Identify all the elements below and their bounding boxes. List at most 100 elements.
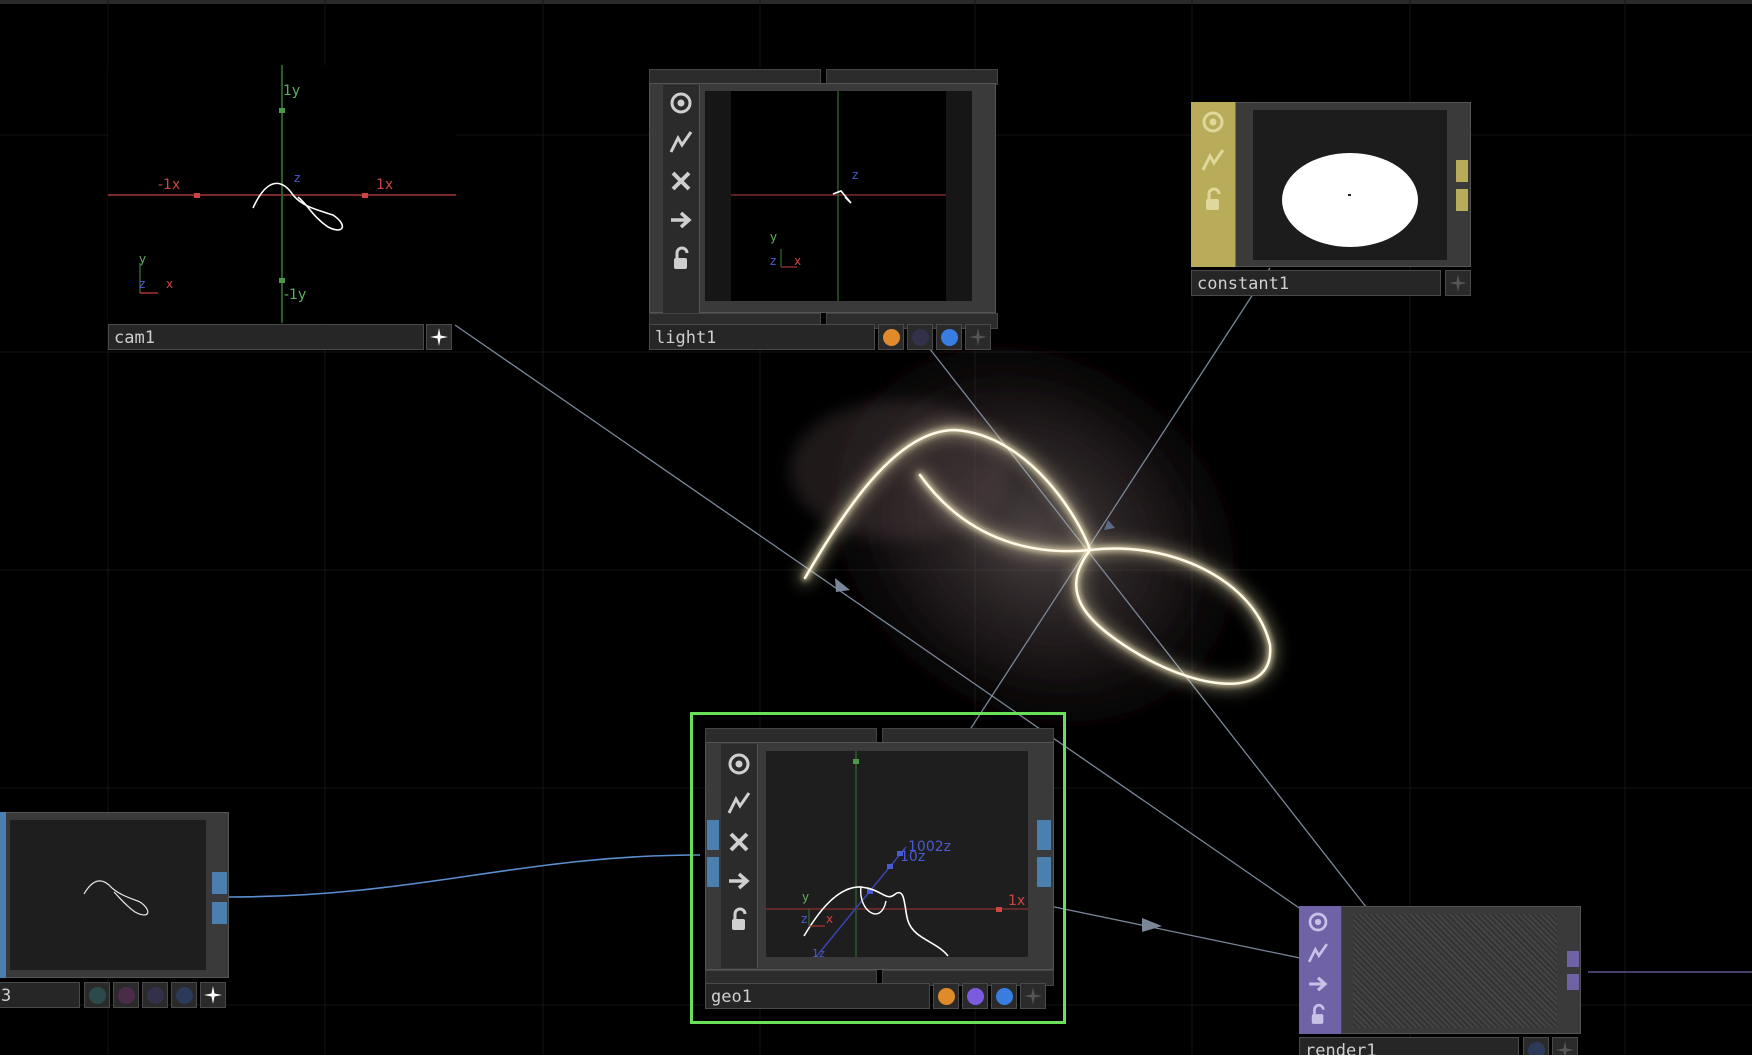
constant1-node[interactable]: constant1 (1191, 102, 1471, 300)
sparkle-icon (1024, 987, 1042, 1005)
wire-geo1-render1 (1039, 903, 1301, 959)
geo1-node[interactable]: 1002z 10z 1z 1x y x z geo1 (690, 712, 1066, 1024)
cam1-viewer[interactable] (108, 65, 456, 323)
render1-flag-button[interactable] (1523, 1037, 1549, 1055)
left-node-viewer[interactable] (10, 820, 206, 970)
lock-icon[interactable] (721, 902, 757, 938)
lock-icon[interactable] (1302, 999, 1334, 1031)
cam1-axis-pos-y: 1y (283, 83, 301, 99)
light1-flag-button[interactable] (907, 324, 933, 350)
sparkle-icon (1449, 274, 1467, 292)
target-icon[interactable] (1302, 906, 1334, 938)
target-icon[interactable] (721, 746, 757, 782)
cam1-axis-neg-y: -1y (284, 287, 307, 303)
cam1-gizmo-z: z (139, 277, 146, 291)
sparkle-icon (430, 328, 448, 346)
left-node-output-port[interactable] (212, 902, 227, 924)
geo1-gizmo-z: z (801, 912, 808, 926)
blue-flag-icon (996, 988, 1013, 1005)
purple-flag-icon (912, 329, 929, 346)
constant1-viewer[interactable] (1253, 110, 1447, 260)
teal-flag-icon (89, 987, 106, 1004)
render1-node[interactable]: render1 (1299, 906, 1581, 1055)
bolt-icon[interactable] (721, 785, 757, 821)
render1-viewer[interactable] (1353, 914, 1557, 1028)
cam1-node[interactable]: 1y -1y -1x 1x z y x z cam1 (108, 65, 456, 353)
left-node-flag-button[interactable] (142, 982, 168, 1008)
lock-icon[interactable] (1195, 182, 1231, 218)
render1-viewer-toggle-button[interactable] (1552, 1037, 1578, 1055)
cam1-gizmo-x: x (166, 277, 174, 291)
light1-viewer[interactable] (705, 91, 972, 301)
bolt-icon[interactable] (663, 124, 699, 160)
geo1-axis-neg-z: 1z (812, 947, 825, 960)
render1-label[interactable]: render1 (1299, 1037, 1519, 1055)
geo1-flag-button[interactable] (962, 983, 988, 1009)
purple-flag-icon (147, 987, 164, 1004)
close-icon[interactable] (721, 824, 757, 860)
geo1-axis-pos-x: 1x (1008, 893, 1026, 909)
constant1-viewer-toggle-button[interactable] (1445, 270, 1471, 296)
left-node-viewer-toggle-button[interactable] (200, 982, 226, 1008)
geo1-label[interactable]: geo1 (705, 983, 930, 1009)
geo1-gizmo-y: y (802, 890, 810, 904)
constant1-label[interactable]: constant1 (1191, 270, 1441, 296)
geo1-input-port[interactable] (707, 857, 719, 887)
blue-flag-icon (1528, 1042, 1545, 1055)
close-icon[interactable] (663, 163, 699, 199)
geo1-viewer[interactable] (766, 751, 1028, 958)
cam1-label[interactable]: cam1 (108, 324, 424, 350)
blue-flag-icon (941, 329, 958, 346)
render1-sidebar (1299, 906, 1342, 1034)
lock-icon[interactable] (663, 241, 699, 277)
geo1-output-port[interactable] (1037, 857, 1051, 887)
light1-gizmo-z: z (770, 254, 777, 268)
constant1-sidebar (1191, 102, 1236, 267)
cam1-gizmo-y: y (139, 252, 147, 266)
left-node-output-port[interactable] (212, 872, 227, 894)
sparkle-icon (969, 328, 987, 346)
geo1-axis-z-10: 10z (900, 849, 926, 865)
light1-sidebar (663, 85, 700, 313)
geo1-flag-button[interactable] (991, 983, 1017, 1009)
geo1-sidebar (721, 744, 758, 968)
light1-axis-z: z (852, 168, 859, 182)
arrow-right-icon[interactable] (1302, 968, 1334, 1000)
wire-left-geo1 (227, 854, 701, 898)
geo1-flag-button[interactable] (933, 983, 959, 1009)
wire-arrow (1142, 918, 1162, 932)
blue-flag-icon (176, 987, 193, 1004)
target-icon[interactable] (1195, 104, 1231, 140)
left-node-flag-button[interactable] (113, 982, 139, 1008)
left-node-label[interactable]: 3 (0, 982, 80, 1008)
cam1-axis-pos-x: 1x (376, 177, 394, 193)
bolt-icon[interactable] (1195, 142, 1231, 178)
cam1-axis-z: z (294, 171, 301, 185)
sparkle-icon (204, 986, 222, 1004)
geo1-viewer-toggle-button[interactable] (1020, 983, 1046, 1009)
arrow-right-icon[interactable] (721, 863, 757, 899)
left-node-flag-button[interactable] (171, 982, 197, 1008)
light1-viewer-toggle-button[interactable] (965, 324, 991, 350)
geo1-gizmo-x: x (826, 912, 834, 926)
bolt-icon[interactable] (1302, 937, 1334, 969)
light1-gizmo-y: y (770, 230, 778, 244)
light1-flag-button[interactable] (878, 324, 904, 350)
target-icon[interactable] (663, 85, 699, 121)
cam1-axis-neg-x: -1x (158, 177, 181, 193)
arrow-right-icon[interactable] (663, 202, 699, 238)
orange-flag-icon (938, 988, 955, 1005)
geo1-output-port[interactable] (1037, 820, 1051, 850)
cam1-viewer-toggle-button[interactable] (426, 324, 452, 350)
geo1-input-port[interactable] (707, 820, 719, 850)
magenta-flag-icon (118, 987, 135, 1004)
left-node[interactable]: 3 (0, 812, 229, 1012)
orange-flag-icon (883, 329, 900, 346)
light1-gizmo-x: x (794, 254, 802, 268)
purple-flag-icon (967, 988, 984, 1005)
light1-node[interactable]: z y x z light1 (649, 69, 998, 353)
left-node-flag-button[interactable] (84, 982, 110, 1008)
light1-flag-button[interactable] (936, 324, 962, 350)
light1-label[interactable]: light1 (649, 324, 875, 350)
sparkle-icon (1556, 1041, 1574, 1055)
